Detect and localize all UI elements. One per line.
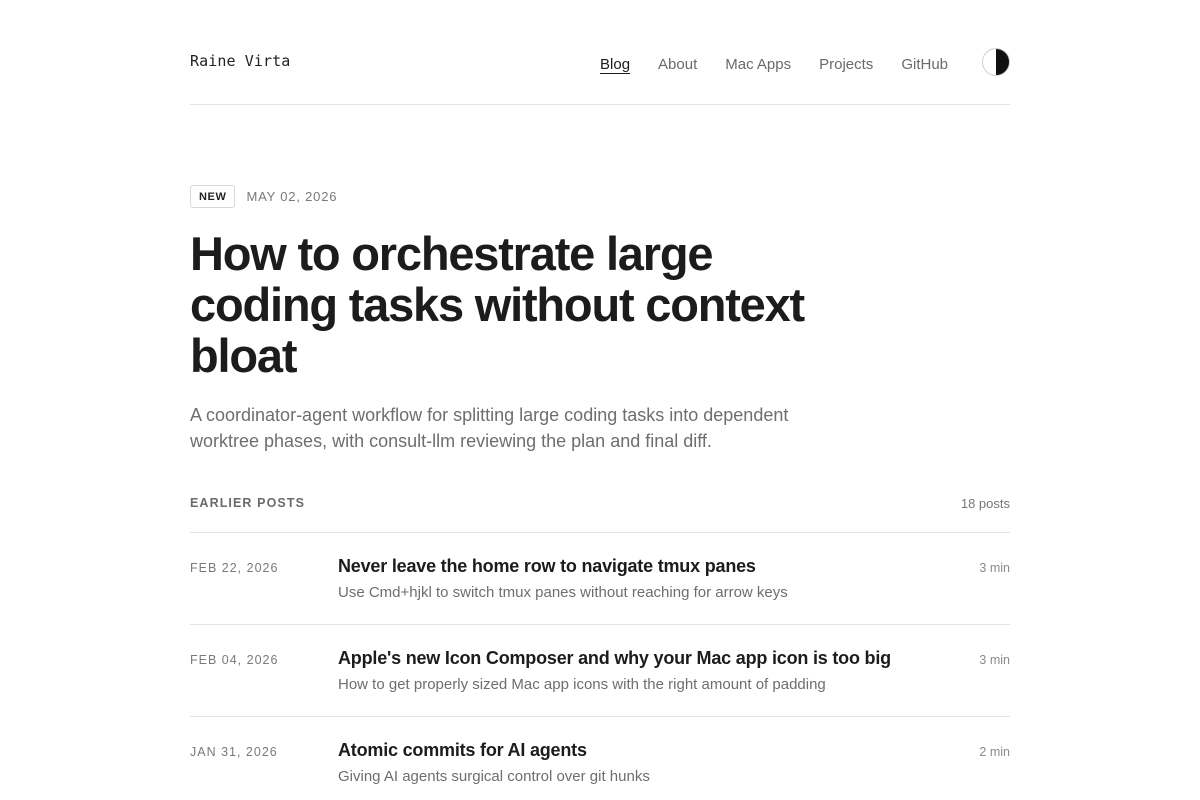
nav-link-github[interactable]: GitHub bbox=[901, 56, 948, 74]
blog-page: Raine Virta Blog About Mac Apps Projects… bbox=[0, 0, 1200, 800]
earlier-posts-header: EARLIER POSTS 18 posts bbox=[190, 496, 1010, 533]
new-badge: NEW bbox=[190, 185, 236, 208]
post-title-link[interactable]: Atomic commits for AI agents bbox=[338, 740, 587, 761]
nav-link-about[interactable]: About bbox=[658, 56, 697, 74]
nav-link-mac-apps[interactable]: Mac Apps bbox=[725, 56, 791, 74]
post-read-time: 3 min bbox=[979, 653, 1010, 667]
post-read-time: 3 min bbox=[979, 561, 1010, 575]
post-date: FEB 04, 2026 bbox=[190, 653, 279, 667]
post-date: JAN 31, 2026 bbox=[190, 745, 278, 759]
post-subtitle: How to get properly sized Mac app icons … bbox=[338, 676, 826, 693]
featured-title-link[interactable]: How to orchestrate large coding tasks wi… bbox=[190, 228, 870, 381]
post-row[interactable]: JAN 31, 2026 Atomic commits for AI agent… bbox=[190, 717, 1010, 800]
featured-post: NEW MAY 02, 2026 How to orchestrate larg… bbox=[190, 185, 1010, 454]
post-read-time: 2 min bbox=[979, 745, 1010, 759]
post-list: FEB 22, 2026 Never leave the home row to… bbox=[190, 533, 1010, 800]
site-brand-link[interactable]: Raine Virta bbox=[190, 52, 290, 70]
nav-link-projects[interactable]: Projects bbox=[819, 56, 873, 74]
nav-link-blog[interactable]: Blog bbox=[600, 56, 630, 74]
site-header: Raine Virta Blog About Mac Apps Projects… bbox=[190, 0, 1010, 105]
earlier-posts-label: EARLIER POSTS bbox=[190, 496, 306, 510]
featured-date: MAY 02, 2026 bbox=[246, 189, 338, 204]
post-title-link[interactable]: Never leave the home row to navigate tmu… bbox=[338, 556, 756, 577]
post-row[interactable]: FEB 22, 2026 Never leave the home row to… bbox=[190, 533, 1010, 625]
main-nav: Blog About Mac Apps Projects GitHub bbox=[600, 48, 1010, 76]
post-subtitle: Use Cmd+hjkl to switch tmux panes withou… bbox=[338, 584, 788, 601]
featured-description: A coordinator-agent workflow for splitti… bbox=[190, 405, 789, 451]
theme-toggle-icon[interactable] bbox=[982, 48, 1010, 76]
post-subtitle: Giving AI agents surgical control over g… bbox=[338, 768, 650, 785]
featured-meta: NEW MAY 02, 2026 bbox=[190, 185, 1010, 208]
posts-count: 18 posts bbox=[960, 496, 1010, 511]
post-date: FEB 22, 2026 bbox=[190, 561, 279, 575]
post-title-link[interactable]: Apple's new Icon Composer and why your M… bbox=[338, 648, 891, 669]
post-row[interactable]: FEB 04, 2026 Apple's new Icon Composer a… bbox=[190, 625, 1010, 717]
